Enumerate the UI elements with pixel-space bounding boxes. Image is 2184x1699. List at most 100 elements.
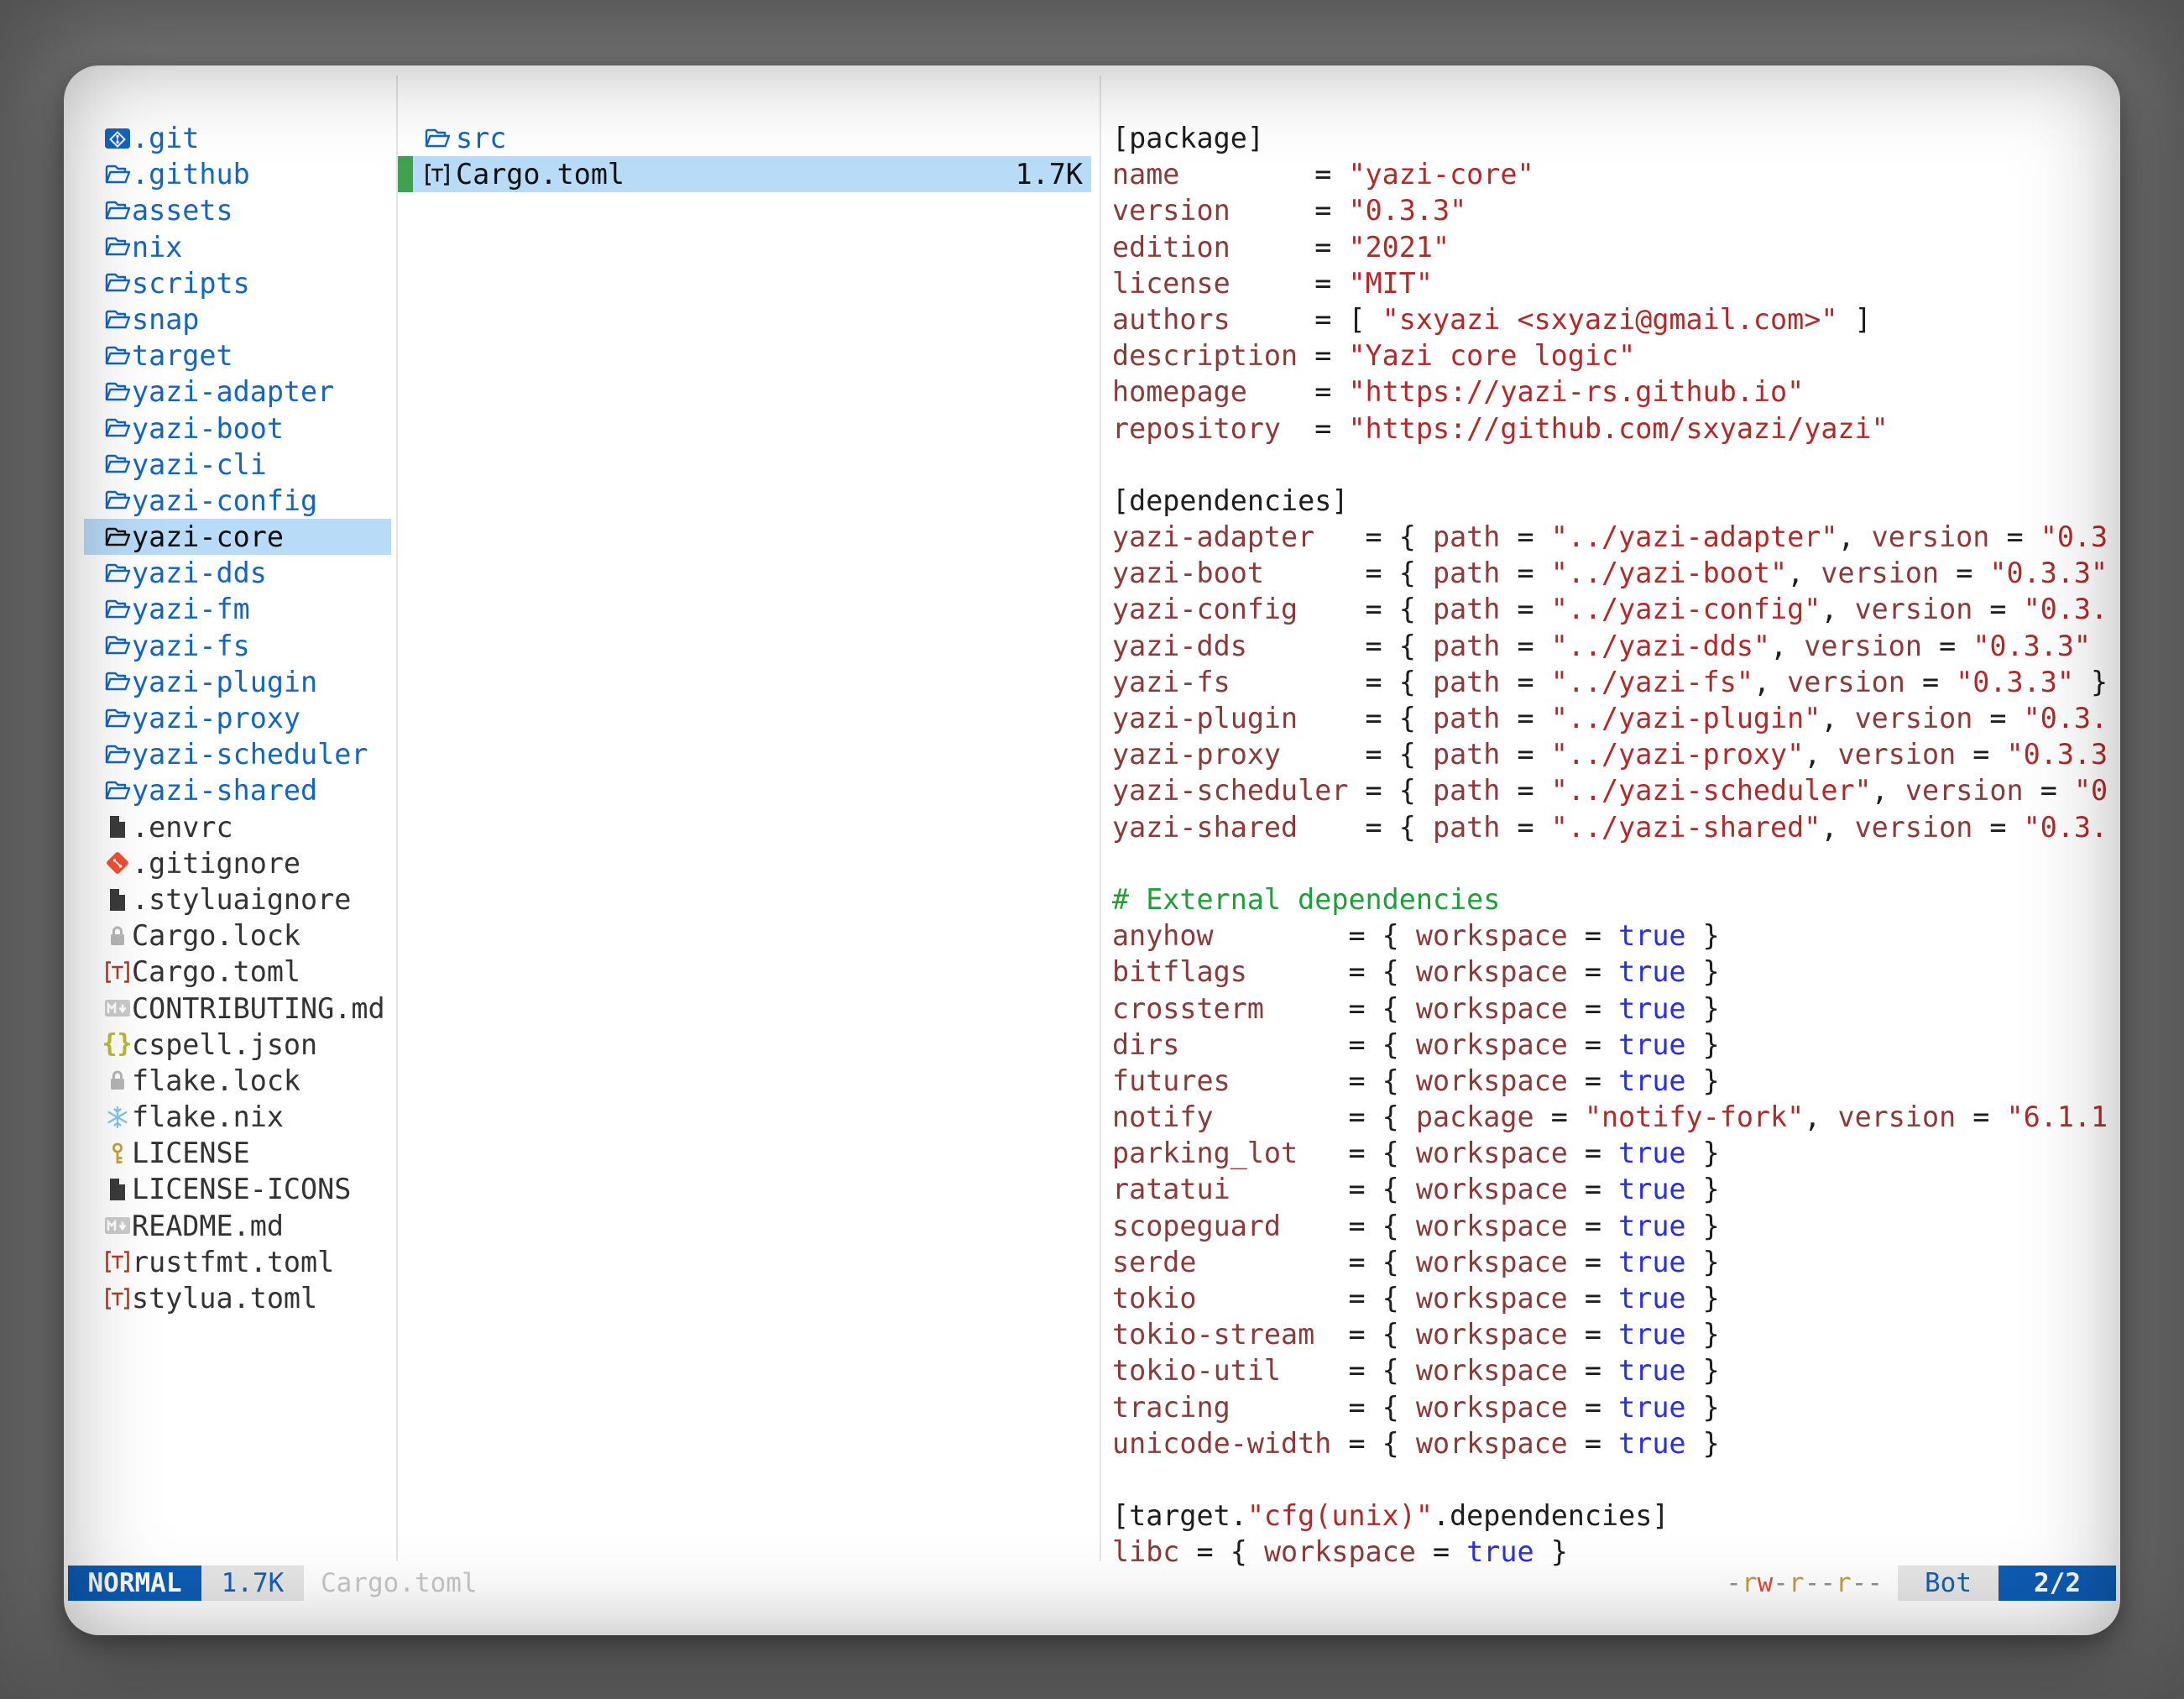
parent-item-license[interactable]: LICENSE (84, 1135, 391, 1171)
preview-token: = (1972, 593, 2023, 625)
folder-open-icon (422, 120, 452, 156)
file-icon (102, 809, 132, 845)
preview-line: bitflags = { workspace = true } (1112, 954, 2107, 990)
preview-token: = { (1331, 1427, 1416, 1460)
preview-token: scopeguard (1112, 1210, 1281, 1242)
parent-item-yazi-fs[interactable]: yazi-fs (84, 628, 391, 664)
file-preview-pane[interactable]: [package]name = "yazi-core"version = "0.… (1112, 120, 2107, 1572)
parent-item-cargo-toml[interactable]: Cargo.toml (84, 954, 391, 990)
markdown-icon (102, 1208, 132, 1244)
preview-token: = [ (1230, 303, 1382, 336)
file-label: CONTRIBUTING.md (132, 991, 385, 1027)
parent-item-flake-lock[interactable]: flake.lock (84, 1063, 391, 1099)
preview-token: "https://github.com/sxyazi/yazi" (1348, 412, 1888, 445)
preview-token: workspace (1416, 1173, 1568, 1205)
preview-token: name (1112, 158, 1179, 191)
preview-token: } (1686, 919, 1720, 952)
parent-item-stylua-toml[interactable]: stylua.toml (84, 1280, 391, 1316)
perm-char: - (1805, 1568, 1821, 1598)
parent-item-flake-nix[interactable]: flake.nix (84, 1099, 391, 1135)
parent-item-yazi-adapter[interactable]: yazi-adapter (84, 374, 391, 410)
current-item-cargo-toml[interactable]: Cargo.toml1.7K (398, 156, 1091, 192)
perm-char: r (1836, 1568, 1852, 1598)
preview-token: = { (1298, 593, 1433, 625)
preview-token: ] (1837, 303, 1871, 336)
preview-token: "https://yazi-rs.github.io" (1348, 375, 1804, 408)
preview-token: = { (1298, 702, 1433, 734)
file-label: src (456, 120, 506, 156)
parent-item-yazi-boot[interactable]: yazi-boot (84, 410, 391, 447)
parent-item-rustfmt-toml[interactable]: rustfmt.toml (84, 1244, 391, 1280)
preview-token: = { (1230, 1173, 1416, 1205)
mode-indicator: NORMAL (68, 1566, 201, 1601)
preview-token: = (1500, 520, 1550, 553)
parent-item-license-icons[interactable]: LICENSE-ICONS (84, 1171, 391, 1207)
preview-line: yazi-scheduler = { path = "../yazi-sched… (1112, 772, 2107, 808)
parent-item-cspell-json[interactable]: {}cspell.json (84, 1027, 391, 1063)
folder-open-icon (102, 374, 132, 410)
parent-item--gitignore[interactable]: .gitignore (84, 845, 391, 881)
preview-token: = { (1197, 1282, 1416, 1315)
parent-item--styluaignore[interactable]: .styluaignore (84, 881, 391, 917)
preview-token: tracing (1112, 1391, 1230, 1424)
parent-item-yazi-fm[interactable]: yazi-fm (84, 591, 391, 627)
parent-directory-list[interactable]: .git.githubassetsnixscriptssnaptargetyaz… (84, 120, 391, 1316)
file-label: LICENSE (132, 1135, 250, 1171)
parent-item-target[interactable]: target (84, 337, 391, 374)
folder-open-icon (102, 772, 132, 808)
preview-token: version (1821, 557, 1939, 589)
preview-line: # External dependencies (1112, 881, 2107, 917)
parent-item-yazi-scheduler[interactable]: yazi-scheduler (84, 736, 391, 772)
parent-item-scripts[interactable]: scripts (84, 265, 391, 301)
preview-token: "../yazi-shared" (1551, 811, 1821, 844)
preview-token: } (2074, 666, 2107, 698)
preview-token: true (1618, 1354, 1685, 1387)
parent-item-yazi-config[interactable]: yazi-config (84, 483, 391, 519)
preview-token: path (1433, 738, 1500, 771)
current-item-src[interactable]: src (398, 120, 1091, 156)
preview-token: } (1686, 1210, 1720, 1242)
parent-item--envrc[interactable]: .envrc (84, 809, 391, 845)
parent-item-yazi-plugin[interactable]: yazi-plugin (84, 664, 391, 700)
file-label: Cargo.lock (132, 917, 300, 954)
preview-token: "0.3.3 (2007, 738, 2107, 771)
preview-token: = (1956, 738, 2006, 771)
file-label: target (132, 337, 233, 374)
parent-item-contributing-md[interactable]: CONTRIBUTING.md (84, 991, 391, 1027)
preview-token: = (1989, 520, 2040, 553)
preview-token: = { (1247, 630, 1433, 662)
preview-token: = (1179, 158, 1348, 191)
perm-char: w (1758, 1568, 1774, 1598)
preview-token: = { (1247, 955, 1416, 988)
parent-item-yazi-shared[interactable]: yazi-shared (84, 772, 391, 808)
preview-line: yazi-adapter = { path = "../yazi-adapter… (1112, 519, 2107, 555)
parent-item-assets[interactable]: assets (84, 192, 391, 228)
current-directory-list[interactable]: srcCargo.toml1.7K (398, 120, 1091, 192)
parent-item-readme-md[interactable]: README.md (84, 1208, 391, 1244)
file-label: yazi-proxy (132, 700, 300, 736)
parent-item-nix[interactable]: nix (84, 229, 391, 265)
folder-open-icon (102, 664, 132, 700)
parent-item-yazi-proxy[interactable]: yazi-proxy (84, 700, 391, 736)
preview-line: edition = "2021" (1112, 229, 2107, 265)
preview-token: = (1568, 919, 1618, 952)
preview-token: , (1787, 557, 1821, 589)
parent-item-snap[interactable]: snap (84, 301, 391, 337)
preview-token: = (1230, 267, 1349, 300)
parent-item-cargo-lock[interactable]: Cargo.lock (84, 917, 391, 954)
preview-token: = { (1281, 738, 1433, 771)
preview-token: yazi-scheduler (1112, 774, 1348, 807)
preview-token: crossterm (1112, 992, 1264, 1025)
preview-token: = (1972, 811, 2023, 844)
parent-item--github[interactable]: .github (84, 156, 391, 192)
preview-line: notify = { package = "notify-fork", vers… (1112, 1099, 2107, 1135)
parent-item-yazi-cli[interactable]: yazi-cli (84, 447, 391, 483)
parent-item--git[interactable]: .git (84, 120, 391, 156)
file-label: .git (132, 120, 199, 156)
preview-token: unicode-width (1112, 1427, 1331, 1460)
file-label: assets (132, 192, 233, 228)
parent-item-yazi-core[interactable]: yazi-core (84, 519, 391, 555)
preview-token: = (1298, 339, 1348, 372)
preview-token: workspace (1416, 1028, 1568, 1061)
parent-item-yazi-dds[interactable]: yazi-dds (84, 555, 391, 591)
